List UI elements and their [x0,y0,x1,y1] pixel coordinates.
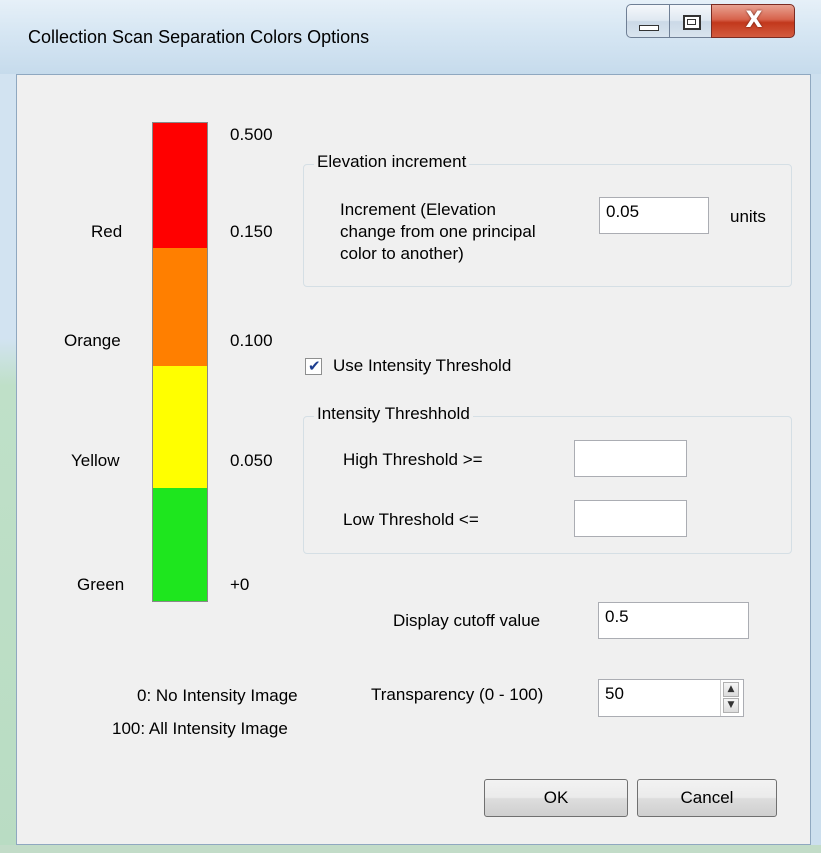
window-frame-bottom [0,845,821,853]
ok-button[interactable]: OK [484,779,628,817]
increment-input[interactable]: 0.05 [599,197,709,234]
color-label-green: Green [77,575,125,594]
window-frame-left [0,74,16,853]
transparency-spin-buttons: ▲ ▼ [720,680,742,716]
window-title: Collection Scan Separation Colors Option… [28,27,370,47]
increment-label-line1: Increment (Elevation [340,200,496,219]
increment-label-line3: color to another) [340,244,464,263]
minimize-icon [639,25,659,31]
elevation-group-label: Elevation increment [314,152,470,172]
intensity-note-0: 0: No Intensity Image [137,686,298,705]
scale-value-red: 0.150 [230,222,273,241]
increment-label-line2: change from one principal [340,222,536,241]
display-cutoff-input[interactable]: 0.5 [598,602,749,639]
scale-segment-red [153,123,207,248]
window-frame-right [811,74,821,853]
color-label-yellow: Yellow [71,451,120,470]
intensity-group-label: Intensity Threshhold [314,404,473,424]
high-threshold-label: High Threshold >= [343,450,483,469]
scale-segment-orange [153,248,207,366]
scale-segment-yellow [153,366,207,488]
cancel-button[interactable]: Cancel [637,779,777,817]
maximize-button[interactable] [669,4,712,38]
spin-down-icon[interactable]: ▼ [723,698,739,713]
color-label-orange: Orange [64,331,121,350]
color-scale-bar [152,122,208,602]
scale-value-top: 0.500 [230,125,273,144]
intensity-threshold-group: Intensity Threshhold [303,404,792,554]
color-label-red: Red [91,222,123,241]
dialog-window: Collection Scan Separation Colors Option… [0,0,821,853]
title-bar[interactable]: Collection Scan Separation Colors Option… [0,0,821,74]
low-threshold-input[interactable] [574,500,687,537]
use-intensity-threshold-label[interactable]: Use Intensity Threshold [333,356,511,376]
spin-up-icon[interactable]: ▲ [723,682,739,697]
scale-value-green: +0 [230,575,250,594]
checkmark-icon: ✔ [308,357,321,375]
use-intensity-threshold-checkbox[interactable]: ✔ [305,358,322,375]
units-label: units [730,207,766,226]
scale-segment-green [153,488,207,601]
high-threshold-input[interactable] [574,440,687,477]
transparency-label: Transparency (0 - 100) [371,685,544,704]
minimize-button[interactable] [626,4,670,38]
close-button[interactable]: X [711,4,795,38]
intensity-note-100: 100: All Intensity Image [112,719,288,738]
close-icon: X [745,8,763,33]
display-cutoff-label: Display cutoff value [393,611,541,630]
maximize-icon [683,15,701,30]
low-threshold-label: Low Threshold <= [343,510,479,529]
scale-value-orange: 0.100 [230,331,273,350]
scale-value-yellow: 0.050 [230,451,273,470]
